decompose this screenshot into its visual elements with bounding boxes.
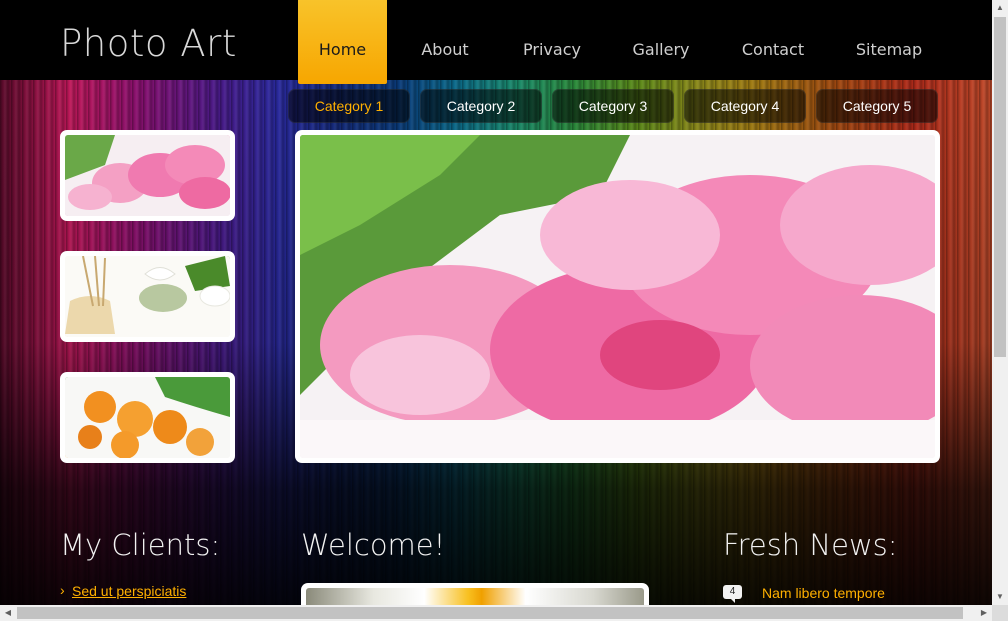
category-4-button[interactable]: Category 4 — [684, 89, 806, 123]
spa-illustration — [65, 256, 230, 337]
thumbnail-roses[interactable] — [60, 372, 235, 463]
clients-heading: My Clients: — [60, 528, 221, 562]
thumbnail-spa[interactable] — [60, 251, 235, 342]
thumbnail-image — [65, 377, 230, 458]
category-2-button[interactable]: Category 2 — [420, 89, 542, 123]
hero-image — [300, 135, 935, 458]
scroll-left-icon[interactable]: ◀ — [0, 605, 16, 621]
thumbnail-image — [65, 256, 230, 337]
horizontal-scroll-thumb[interactable] — [17, 607, 963, 619]
scroll-down-icon[interactable]: ▼ — [992, 589, 1008, 605]
welcome-heading: Welcome! — [301, 528, 446, 562]
thumbnail-image — [65, 135, 230, 216]
nav-privacy[interactable]: Privacy — [503, 0, 601, 84]
roses-illustration — [65, 377, 230, 458]
scrollbar-corner — [992, 605, 1008, 621]
main-nav: Home About Privacy Gallery Contact Sitem… — [298, 0, 953, 84]
nav-contact[interactable]: Contact — [721, 0, 825, 84]
site-logo[interactable]: Photo Art — [60, 22, 237, 65]
vertical-scroll-thumb[interactable] — [994, 17, 1006, 357]
thumbnail-tulips[interactable] — [60, 130, 235, 221]
vertical-scrollbar[interactable]: ▲ ▼ — [992, 0, 1008, 605]
nav-home[interactable]: Home — [298, 0, 387, 84]
category-1-button[interactable]: Category 1 — [288, 89, 410, 123]
news-heading: Fresh News: — [723, 528, 898, 562]
category-5-button[interactable]: Category 5 — [816, 89, 938, 123]
category-3-button[interactable]: Category 3 — [552, 89, 674, 123]
horizontal-scrollbar[interactable]: ◀ ▶ — [0, 605, 992, 621]
tulips-illustration — [65, 135, 230, 216]
comment-bubble-icon: 4 — [723, 585, 742, 603]
news-item-link[interactable]: Nam libero tempore — [762, 585, 885, 601]
pink-tulips-illustration — [300, 135, 935, 458]
category-bar: Category 1 Category 2 Category 3 Categor… — [288, 89, 938, 123]
nav-about[interactable]: About — [387, 0, 503, 84]
client-link[interactable]: Sed ut perspiciatis — [60, 582, 186, 599]
scroll-right-icon[interactable]: ▶ — [976, 605, 992, 621]
nav-gallery[interactable]: Gallery — [601, 0, 721, 84]
scroll-up-icon[interactable]: ▲ — [992, 0, 1008, 16]
nav-sitemap[interactable]: Sitemap — [825, 0, 953, 84]
hero-image-frame[interactable] — [295, 130, 940, 463]
